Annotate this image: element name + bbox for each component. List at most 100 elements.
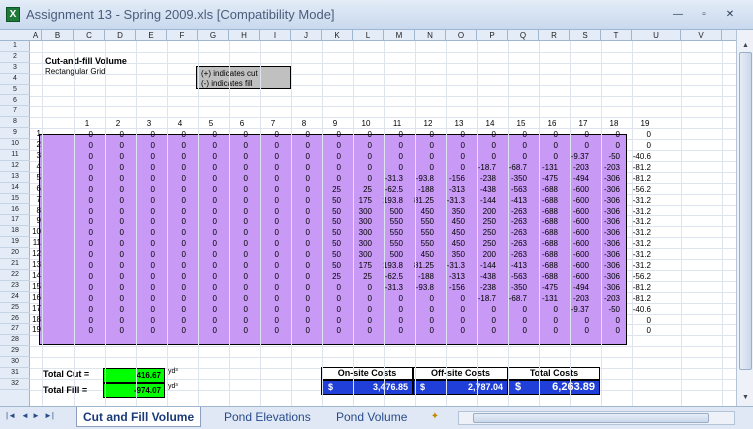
grid-cell-value[interactable]: -238: [466, 283, 496, 292]
grid-cell-value[interactable]: -31.2: [621, 196, 651, 205]
grid-cell-value[interactable]: 0: [156, 261, 186, 270]
tab-pond-elevations[interactable]: Pond Elevations: [218, 407, 317, 427]
grid-cell-value[interactable]: -475: [528, 174, 558, 183]
grid-cell-value[interactable]: -156: [435, 283, 465, 292]
grid-cell-value[interactable]: -600: [559, 272, 589, 281]
grid-cell-value[interactable]: 0: [94, 217, 124, 226]
grid-cell-value[interactable]: 0: [342, 305, 372, 314]
row-header-27[interactable]: 27: [0, 324, 30, 336]
grid-cell-value[interactable]: 0: [342, 316, 372, 325]
grid-cell-value[interactable]: -600: [559, 250, 589, 259]
tab-cut-and-fill-volume[interactable]: Cut and Fill Volume: [76, 407, 202, 427]
grid-cell-value[interactable]: 0: [249, 239, 279, 248]
grid-cell-value[interactable]: 250: [466, 228, 496, 237]
grid-cell-value[interactable]: 0: [528, 305, 558, 314]
grid-cell-value[interactable]: 0: [156, 228, 186, 237]
grid-cell-value[interactable]: 0: [373, 163, 403, 172]
row-header-17[interactable]: 17: [0, 215, 30, 227]
grid-cell-value[interactable]: 0: [559, 130, 589, 139]
grid-cell-value[interactable]: 0: [528, 130, 558, 139]
column-header-b[interactable]: B: [42, 30, 74, 41]
grid-cell-value[interactable]: 0: [187, 152, 217, 161]
excel-icon[interactable]: X: [6, 7, 20, 22]
grid-cell-value[interactable]: 0: [94, 261, 124, 270]
grid-cell-value[interactable]: -600: [559, 261, 589, 270]
grid-cell-value[interactable]: 0: [528, 152, 558, 161]
grid-cell-value[interactable]: -18.7: [466, 163, 496, 172]
column-header-s[interactable]: S: [570, 30, 601, 41]
grid-cell-value[interactable]: 300: [342, 239, 372, 248]
column-header-l[interactable]: L: [353, 30, 384, 41]
row-header-10[interactable]: 10: [0, 139, 30, 150]
grid-cell-value[interactable]: 0: [249, 196, 279, 205]
grid-cell-value[interactable]: 0: [435, 141, 465, 150]
grid-cell-value[interactable]: 50: [311, 250, 341, 259]
horizontal-scroll-thumb[interactable]: [473, 413, 709, 423]
grid-cell-value[interactable]: 0: [218, 163, 248, 172]
grid-cell-value[interactable]: 0: [404, 141, 434, 150]
grid-cell-value[interactable]: 0: [125, 305, 155, 314]
grid-cell-value[interactable]: -156: [435, 174, 465, 183]
grid-cell-value[interactable]: 0: [373, 141, 403, 150]
grid-cell-value[interactable]: -62.5: [373, 185, 403, 194]
grid-cell-value[interactable]: 0: [590, 141, 620, 150]
grid-cell-value[interactable]: 0: [249, 174, 279, 183]
grid-cell-value[interactable]: 0: [187, 174, 217, 183]
row-header-11[interactable]: 11: [0, 150, 30, 161]
grid-cell-value[interactable]: -688: [528, 217, 558, 226]
row-header-5[interactable]: 5: [0, 85, 30, 96]
grid-cell-value[interactable]: 0: [280, 283, 310, 292]
grid-cell-value[interactable]: -68.7: [497, 294, 527, 303]
grid-cell-value[interactable]: 0: [125, 217, 155, 226]
vertical-scrollbar[interactable]: ▲ ▼: [736, 30, 753, 406]
grid-cell-value[interactable]: -203: [590, 163, 620, 172]
grid-cell-value[interactable]: 0: [187, 130, 217, 139]
grid-cell-value[interactable]: 0: [156, 305, 186, 314]
grid-cell-value[interactable]: 0: [466, 305, 496, 314]
grid-cell-value[interactable]: 0: [156, 326, 186, 335]
grid-cell-value[interactable]: 0: [125, 152, 155, 161]
grid-cell-value[interactable]: 25: [311, 185, 341, 194]
grid-cell-value[interactable]: 0: [497, 326, 527, 335]
grid-cell-value[interactable]: 0: [63, 163, 93, 172]
grid-cell-value[interactable]: 0: [63, 207, 93, 216]
grid-cell-value[interactable]: -56.2: [621, 272, 651, 281]
grid-cell-value[interactable]: 0: [187, 283, 217, 292]
grid-cell-value[interactable]: 0: [249, 207, 279, 216]
grid-cell-value[interactable]: 0: [342, 130, 372, 139]
row-header-24[interactable]: 24: [0, 292, 30, 303]
grid-cell-value[interactable]: -306: [590, 207, 620, 216]
grid-cell-value[interactable]: -263: [497, 239, 527, 248]
prev-sheet-icon[interactable]: ◄: [21, 411, 29, 420]
close-icon[interactable]: ✕: [717, 8, 743, 22]
grid-cell-value[interactable]: 0: [435, 316, 465, 325]
grid-cell-value[interactable]: -413: [497, 196, 527, 205]
grid-cell-value[interactable]: 0: [187, 294, 217, 303]
grid-cell-value[interactable]: 0: [280, 141, 310, 150]
grid-cell-value[interactable]: 0: [156, 316, 186, 325]
grid-cell-value[interactable]: 0: [63, 261, 93, 270]
grid-cell-value[interactable]: 0: [187, 141, 217, 150]
grid-cell-value[interactable]: -31.3: [373, 174, 403, 183]
grid-cell-value[interactable]: 0: [249, 185, 279, 194]
grid-cell-value[interactable]: 0: [94, 207, 124, 216]
grid-cell-value[interactable]: -563: [497, 185, 527, 194]
row-header-26[interactable]: 26: [0, 314, 30, 325]
grid-cell-value[interactable]: 0: [311, 283, 341, 292]
grid-cell-value[interactable]: 0: [311, 174, 341, 183]
grid-cell-value[interactable]: 450: [435, 228, 465, 237]
grid-cell-value[interactable]: 500: [373, 207, 403, 216]
grid-cell-value[interactable]: 0: [187, 217, 217, 226]
column-header-a[interactable]: A: [30, 30, 42, 41]
grid-cell-value[interactable]: 350: [435, 207, 465, 216]
grid-cell-value[interactable]: -9.37: [559, 152, 589, 161]
grid-cell-value[interactable]: 250: [466, 217, 496, 226]
grid-cell-value[interactable]: 0: [497, 152, 527, 161]
grid-cell-value[interactable]: 193.8: [373, 196, 403, 205]
grid-cell-value[interactable]: 0: [435, 130, 465, 139]
grid-cell-value[interactable]: 0: [342, 152, 372, 161]
grid-cell-value[interactable]: 0: [342, 174, 372, 183]
row-header-8[interactable]: 8: [0, 117, 30, 129]
grid-cell-value[interactable]: 0: [156, 207, 186, 216]
grid-cell-value[interactable]: 0: [63, 152, 93, 161]
